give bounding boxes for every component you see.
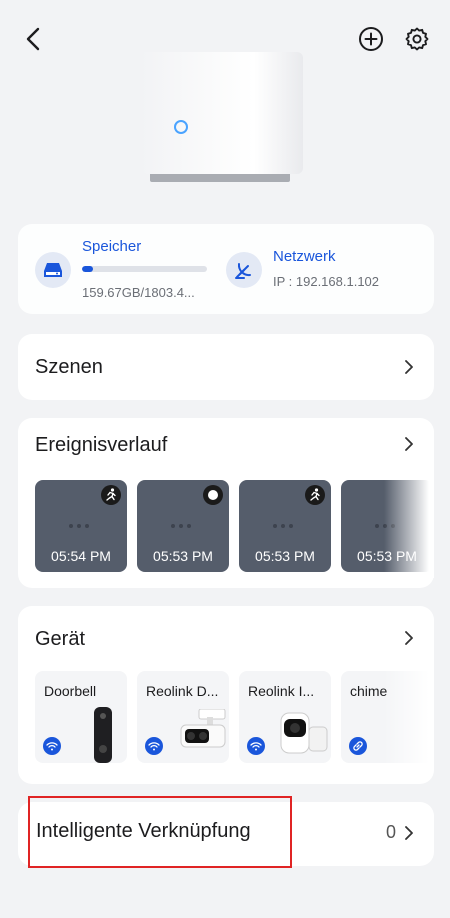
device-tile[interactable]: Doorbell — [35, 671, 127, 763]
gear-icon — [405, 27, 429, 51]
event-time: 05:54 PM — [51, 548, 111, 564]
scroll-fade — [384, 478, 434, 578]
ring-icon — [203, 485, 223, 505]
devices-title: Gerät — [35, 628, 86, 650]
network-icon-wrap — [226, 252, 262, 288]
event-time: 05:53 PM — [255, 548, 315, 564]
device-tile[interactable]: Reolink I... — [239, 671, 331, 763]
chevron-left-icon — [26, 27, 40, 51]
storage-value: 159.67GB/1803.4... — [82, 285, 195, 300]
camera-image — [280, 712, 328, 754]
person-running-icon — [305, 485, 325, 505]
network-title: Netzwerk — [273, 248, 336, 265]
storage-title: Speicher — [82, 238, 142, 255]
link-icon — [349, 737, 367, 755]
device-name: Reolink D... — [146, 683, 219, 699]
device-name: Doorbell — [44, 683, 97, 699]
event-history-title: Ereignisverlauf — [35, 434, 168, 456]
device-name: chime — [350, 683, 388, 699]
event-thumbnail[interactable]: 05:54 PM — [35, 480, 127, 572]
storage-progress-bar — [82, 266, 207, 272]
wifi-icon — [43, 737, 61, 755]
doorbell-image — [94, 707, 112, 763]
hard-drive-icon — [44, 263, 62, 277]
add-device-button[interactable] — [356, 24, 386, 54]
event-thumbnail[interactable]: 05:53 PM — [239, 480, 331, 572]
loading-dots — [273, 524, 293, 528]
wifi-icon — [247, 737, 265, 755]
person-running-icon — [101, 485, 121, 505]
scenes-title: Szenen — [35, 356, 103, 378]
event-thumbnail[interactable]: 05:53 PM — [137, 480, 229, 572]
storage-icon-wrap — [35, 252, 71, 288]
hub-device-image — [140, 52, 305, 187]
scroll-fade — [384, 668, 434, 768]
camera-image — [180, 709, 226, 748]
event-time: 05:53 PM — [153, 548, 213, 564]
device-name: Reolink I... — [248, 683, 315, 699]
highlight-box — [28, 796, 292, 868]
satellite-icon — [235, 263, 251, 279]
chevron-right-icon — [405, 826, 413, 840]
wifi-icon — [145, 737, 163, 755]
loading-dots — [171, 524, 191, 528]
chevron-right-icon — [405, 360, 413, 374]
back-button[interactable] — [18, 24, 48, 54]
smart-linkage-count: 0 — [386, 822, 397, 842]
chevron-right-icon[interactable] — [402, 437, 416, 451]
chevron-right-icon[interactable] — [402, 631, 416, 645]
loading-dots — [69, 524, 89, 528]
scenes-row[interactable]: Szenen — [18, 334, 434, 400]
network-value: IP : 192.168.1.102 — [273, 274, 380, 289]
settings-button[interactable] — [402, 24, 432, 54]
storage-progress-fill — [82, 266, 94, 272]
device-tile[interactable]: Reolink D... — [137, 671, 229, 763]
plus-circle-icon — [359, 27, 383, 51]
